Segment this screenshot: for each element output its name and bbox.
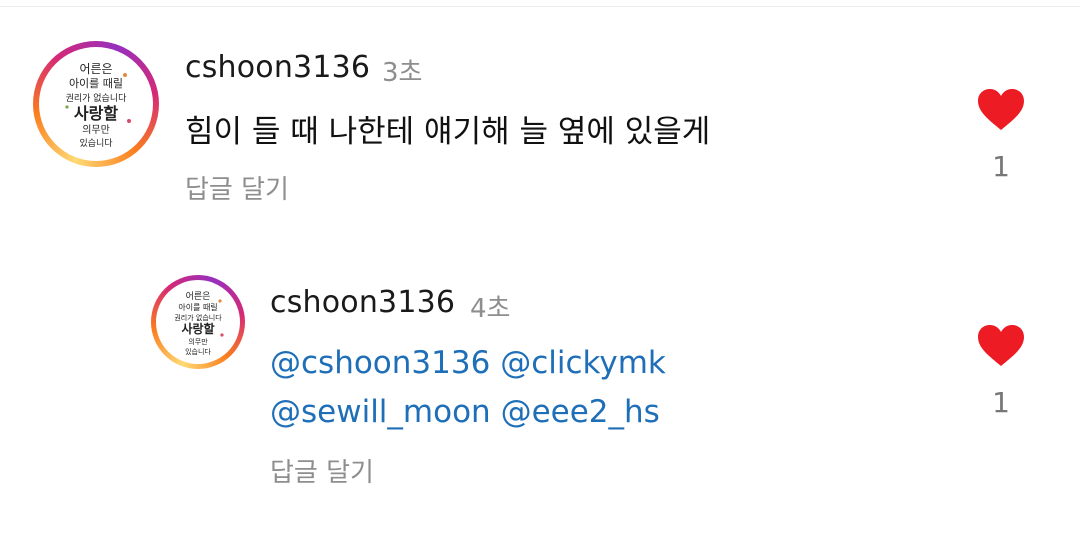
avatar-text-2: 아이를 때릴 bbox=[69, 77, 123, 90]
comment-timestamp: 3초 bbox=[382, 58, 423, 88]
comment-text: 힘이 들 때 나한테 얘기해 늘 옆에 있을게 bbox=[185, 114, 711, 150]
like-heart-icon[interactable] bbox=[977, 324, 1025, 368]
avatar-text-5: 의무만 bbox=[188, 337, 208, 346]
reply-timestamp: 4초 bbox=[470, 294, 511, 324]
comment-username[interactable]: cshoon3136 bbox=[185, 50, 370, 85]
avatar-text-1: 어른은 bbox=[79, 62, 112, 76]
reply-button[interactable]: 답글 달기 bbox=[270, 452, 374, 489]
mention-link[interactable]: @sewill_moon bbox=[270, 394, 491, 430]
avatar-text-1: 어른은 bbox=[186, 291, 211, 302]
avatar[interactable]: 어른은 아이를 때릴 권리가 없습니다 사랑할 의무만 있습니다 bbox=[151, 275, 245, 369]
like-count: 1 bbox=[992, 150, 1010, 183]
reply-username[interactable]: cshoon3136 bbox=[270, 285, 455, 320]
mention-line-2: @sewill_moon @eee2_hs bbox=[270, 394, 660, 430]
mention-link[interactable]: @cshoon3136 bbox=[270, 345, 490, 381]
avatar-text-3: 권리가 없습니다 bbox=[174, 313, 222, 322]
like-heart-icon[interactable] bbox=[977, 88, 1025, 132]
avatar-text-3: 권리가 없습니다 bbox=[66, 92, 128, 104]
reply-button[interactable]: 답글 달기 bbox=[185, 169, 289, 206]
calligraphy-avatar-icon: 어른은 아이를 때릴 권리가 없습니다 사랑할 의무만 있습니다 bbox=[39, 47, 153, 161]
avatar-text-6: 있습니다 bbox=[79, 137, 113, 149]
avatar-text-4: 사랑할 bbox=[181, 321, 214, 336]
avatar-text-4: 사랑할 bbox=[74, 104, 118, 123]
avatar-text-5: 의무만 bbox=[82, 124, 110, 136]
mention-line-1: @cshoon3136 @clickymk bbox=[270, 345, 666, 381]
avatar[interactable]: 어른은 아이를 때릴 권리가 없습니다 사랑할 의무만 있습니다 bbox=[33, 41, 159, 167]
avatar-text-6: 있습니다 bbox=[185, 347, 211, 356]
mention-link[interactable]: @clickymk bbox=[500, 345, 666, 381]
calligraphy-avatar-icon: 어른은 아이를 때릴 권리가 없습니다 사랑할 의무만 있습니다 bbox=[156, 280, 240, 364]
like-count: 1 bbox=[992, 386, 1010, 419]
top-divider bbox=[0, 6, 1080, 7]
avatar-text-2: 아이를 때릴 bbox=[178, 302, 217, 312]
mention-link[interactable]: @eee2_hs bbox=[501, 394, 660, 430]
